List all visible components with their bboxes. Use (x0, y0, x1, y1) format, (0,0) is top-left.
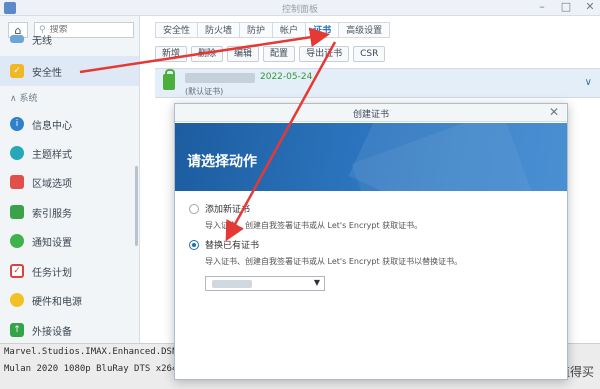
configure-button[interactable]: 配置 (263, 46, 296, 62)
calendar-icon (10, 175, 24, 189)
dialog-banner: 请选择动作 (175, 123, 567, 191)
info-icon: i (10, 117, 24, 131)
option-replace-certificate[interactable]: 替换已有证书 (189, 238, 259, 251)
dialog-title: 创建证书 (352, 110, 389, 120)
sidebar-item-hardware-power[interactable]: 硬件和电源 (0, 287, 139, 313)
sidebar-item-label: 索引服务 (32, 208, 72, 220)
sidebar: ⌂ ⚲ 无线 ✓ 安全性 ∧ 系统 i 信息中心 主题样式 区域选项 索引服务 … (0, 16, 140, 343)
sidebar-item-label: 任务计划 (32, 267, 72, 279)
maximize-button[interactable]: □ (560, 1, 572, 13)
wifi-icon (10, 35, 24, 43)
lock-icon (163, 69, 175, 90)
tab-bar: 安全性 防火墙 防护 帐户 证书 高级设置 (155, 22, 391, 38)
minimize-button[interactable]: – (536, 1, 548, 13)
dialog-heading: 请选择动作 (187, 154, 257, 170)
dialog-title-bar: 创建证书 ✕ (175, 104, 567, 122)
window-title: 控制面板 (281, 5, 318, 15)
tab-firewall[interactable]: 防火墙 (197, 22, 240, 38)
tab-account[interactable]: 帐户 (272, 22, 306, 38)
sidebar-group-system[interactable]: ∧ 系统 (10, 91, 37, 104)
sidebar-item-theme[interactable]: 主题样式 (0, 140, 139, 166)
sidebar-item-info-center[interactable]: i 信息中心 (0, 111, 139, 137)
sidebar-item-label: 区域选项 (32, 178, 72, 190)
close-button[interactable]: ✕ (584, 1, 596, 13)
title-bar: 控制面板 – □ ✕ (0, 0, 600, 16)
sidebar-item-task-scheduler[interactable]: ✓ 任务计划 (0, 258, 139, 284)
default-certificate-label: (默认证书) (185, 87, 224, 96)
sidebar-item-indexing[interactable]: 索引服务 (0, 199, 139, 225)
chevron-up-icon: ∧ (10, 94, 17, 104)
create-certificate-dialog: 创建证书 ✕ 请选择动作 添加新证书 导入证书、创建自我签署证书或从 Let's… (174, 103, 568, 380)
csr-button[interactable]: CSR (353, 46, 386, 62)
tab-advanced[interactable]: 高级设置 (338, 22, 391, 38)
palette-icon (10, 146, 24, 160)
sidebar-item-label: 主题样式 (32, 149, 72, 161)
task-icon: ✓ (10, 264, 24, 278)
certificate-domain-blurred (185, 73, 255, 83)
certificate-row[interactable]: 2022-05-24 (默认证书) ∨ (155, 68, 600, 98)
selected-certificate-blurred (212, 280, 252, 288)
sidebar-item-label: 硬件和电源 (32, 296, 82, 308)
sidebar-item-label: 无线 (32, 35, 52, 47)
add-button[interactable]: 新增 (155, 46, 188, 62)
chevron-down-icon[interactable]: ∨ (585, 77, 592, 88)
index-icon (10, 205, 24, 219)
sidebar-item-external-devices[interactable]: ↑ 外接设备 (0, 317, 139, 343)
device-icon: ↑ (10, 323, 24, 337)
toolbar: 新增 删除 编辑 配置 导出证书 CSR (155, 46, 386, 62)
sidebar-item-label: 通知设置 (32, 237, 72, 249)
sidebar-item-regional[interactable]: 区域选项 (0, 169, 139, 195)
chat-icon (10, 234, 24, 248)
sidebar-item-notification[interactable]: 通知设置 (0, 228, 139, 254)
export-certificate-button[interactable]: 导出证书 (299, 46, 350, 62)
sidebar-item-label: 信息中心 (32, 120, 72, 132)
certificate-select[interactable]: ▼ (205, 276, 325, 291)
edit-button[interactable]: 编辑 (227, 46, 260, 62)
sidebar-item-label: 安全性 (32, 67, 62, 79)
option-label: 替换已有证书 (205, 241, 260, 251)
file-name: Mulan 2020 1080p BluRay DTS x264-LHD (4, 364, 200, 374)
tab-certificate[interactable]: 证书 (305, 22, 339, 38)
bulb-icon (10, 293, 24, 307)
sidebar-item-label: 外接设备 (32, 326, 72, 338)
radio-replace-existing[interactable] (189, 239, 199, 250)
shield-icon: ✓ (10, 64, 24, 78)
delete-button[interactable]: 删除 (191, 46, 224, 62)
radio-add-new[interactable] (189, 203, 199, 214)
tab-protection[interactable]: 防护 (239, 22, 273, 38)
group-label: 系统 (19, 94, 38, 104)
option-label: 添加新证书 (205, 205, 251, 215)
window-controls: – □ ✕ (536, 1, 596, 13)
certificate-expiry-date: 2022-05-24 (260, 72, 313, 82)
close-icon[interactable]: ✕ (549, 105, 559, 119)
caret-down-icon: ▼ (313, 278, 320, 287)
option-description: 导入证书、创建自我签署证书或从 Let's Encrypt 获取证书。 (205, 221, 423, 230)
sidebar-item-security[interactable]: ✓ 安全性 (0, 56, 139, 86)
sidebar-item-wireless[interactable]: 无线 (0, 32, 139, 47)
option-description: 导入证书、创建自我签署证书或从 Let's Encrypt 获取证书以替换证书。 (205, 257, 463, 266)
option-add-new-certificate[interactable]: 添加新证书 (189, 202, 250, 215)
sidebar-scrollbar[interactable] (135, 166, 138, 246)
tab-security[interactable]: 安全性 (155, 22, 198, 38)
